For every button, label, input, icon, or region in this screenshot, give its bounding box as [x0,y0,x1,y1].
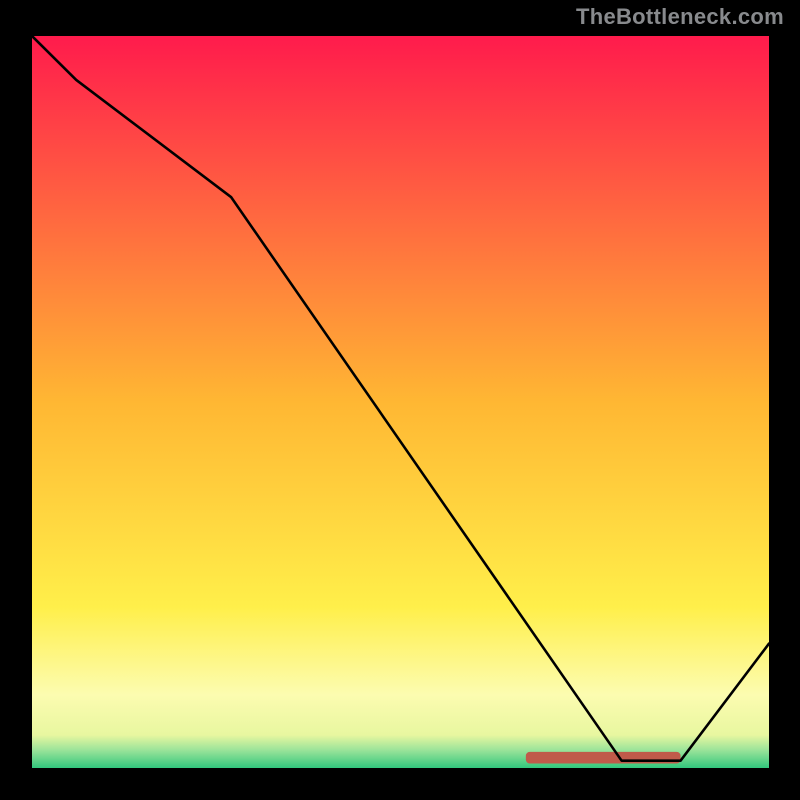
watermark-text: TheBottleneck.com [576,4,784,30]
bottleneck-chart [32,36,769,768]
chart-frame: TheBottleneck.com [0,0,800,800]
gradient-background [32,36,769,768]
plot-area [28,32,773,772]
